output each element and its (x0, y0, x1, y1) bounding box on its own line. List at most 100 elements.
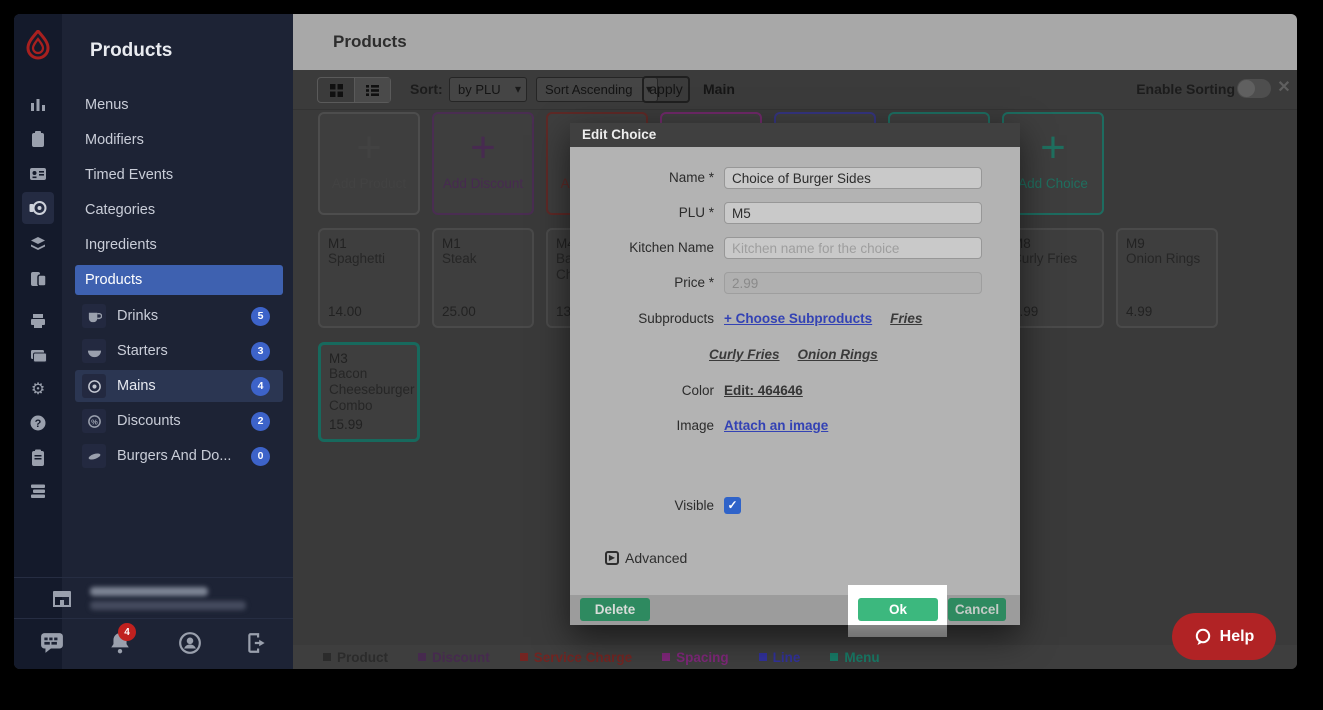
sidebar-subitem-label: Starters (117, 343, 168, 359)
sidebar-subitem-discounts[interactable]: % Discounts 2 (75, 405, 283, 437)
color-edit-link[interactable]: Edit: 464646 (724, 380, 803, 402)
apply-button[interactable]: apply (642, 76, 690, 103)
menu-management-icon[interactable] (22, 192, 54, 224)
cancel-button[interactable]: Cancel (948, 598, 1006, 621)
visible-checkbox[interactable] (724, 497, 741, 514)
product-plu: M9 (1126, 236, 1208, 251)
svg-text:?: ? (35, 418, 42, 430)
rows-icon[interactable] (29, 482, 47, 500)
legend-label: Service Charge (534, 650, 632, 665)
product-name: Curly Fries (1012, 251, 1094, 267)
logout-icon[interactable] (245, 631, 269, 655)
sidebar-item-ingredients[interactable]: Ingredients (75, 230, 283, 260)
screenshot-frame: ⚙ ? Products Menus Modifiers Timed Event… (0, 0, 1323, 710)
visible-row: Visible (570, 495, 1020, 517)
add-tile-label: Add Product (328, 176, 410, 191)
price-label: Price * (578, 272, 714, 294)
sidebar-subitem-drinks[interactable]: Drinks 5 (75, 300, 283, 332)
product-plu: M8 (1012, 236, 1094, 251)
notification-bell-icon[interactable]: 4 (108, 631, 132, 655)
count-badge: 2 (251, 412, 270, 431)
advanced-expand-icon (605, 551, 619, 565)
product-plu: M1 (328, 236, 410, 251)
attach-image-link[interactable]: Attach an image (724, 415, 828, 437)
subproduct-link-curly-fries[interactable]: Curly Fries (709, 344, 780, 366)
image-row: Image Attach an image (570, 415, 1020, 437)
sort-by-select[interactable]: by PLU (449, 77, 527, 102)
clipboard-icon[interactable] (29, 130, 47, 148)
contact-card-icon[interactable] (29, 165, 47, 183)
sidebar-item-menus[interactable]: Menus (75, 90, 283, 120)
sidebar-subitem-burgers[interactable]: Burgers And Do... 0 (75, 440, 283, 472)
subproduct-link-onion-rings[interactable]: Onion Rings (798, 344, 878, 366)
visible-label: Visible (578, 495, 714, 517)
chat-bubble-icon[interactable] (40, 631, 64, 655)
sidebar-subitem-mains[interactable]: Mains 4 (75, 370, 283, 402)
legend-swatch (323, 653, 331, 661)
list-view-icon[interactable] (354, 78, 390, 102)
close-icon[interactable] (1275, 79, 1293, 97)
enable-sorting-toggle[interactable] (1237, 79, 1271, 98)
sidebar-item-products[interactable]: Products (75, 265, 283, 295)
sort-by-value: by PLU (458, 82, 501, 97)
advanced-toggle[interactable]: Advanced (605, 550, 687, 566)
add-discount-tile[interactable]: +Add Discount (432, 112, 534, 215)
ok-button[interactable]: Ok (858, 598, 938, 621)
printer-icon[interactable] (29, 312, 47, 330)
add-product-tile[interactable]: +Add Product (318, 112, 420, 215)
settings-gear-icon[interactable]: ⚙ (29, 380, 47, 398)
kitchen-name-row: Kitchen Name (570, 237, 1020, 259)
legend-item-menu: Menu (830, 650, 879, 665)
layers-icon[interactable] (29, 235, 47, 253)
name-field[interactable] (724, 167, 982, 189)
payment-cards-icon[interactable] (29, 347, 47, 365)
sort-order-select[interactable]: Sort Ascending (536, 77, 658, 102)
sidebar-item-modifiers[interactable]: Modifiers (75, 125, 283, 155)
tab-main[interactable]: Main (703, 81, 735, 97)
bowl-icon (82, 339, 106, 363)
legend-item-discount: Discount (418, 650, 490, 665)
product-price: 14.00 (328, 304, 362, 319)
product-name: Bacon Cheeseburger Combo (329, 366, 409, 414)
kitchen-name-field[interactable] (724, 237, 982, 259)
delete-button[interactable]: Delete (580, 598, 650, 621)
subproducts-row: Subproducts + Choose Subproducts Fries (570, 308, 1020, 330)
subproduct-link-fries[interactable]: Fries (890, 308, 922, 330)
price-row: Price * (570, 272, 1020, 294)
help-button[interactable]: Help (1172, 613, 1276, 660)
account-person-icon[interactable] (178, 631, 202, 655)
sidebar-item-categories[interactable]: Categories (75, 195, 283, 225)
sidebar-item-label: Modifiers (85, 132, 144, 148)
devices-icon[interactable] (29, 270, 47, 288)
legend-label: Discount (432, 650, 490, 665)
sidebar-subitem-starters[interactable]: Starters 3 (75, 335, 283, 367)
svg-text:⚙: ⚙ (31, 381, 45, 398)
svg-text:%: % (91, 417, 98, 426)
product-price: 4.99 (1126, 304, 1152, 319)
product-plu: M1 (442, 236, 524, 251)
product-tile-spaghetti[interactable]: M1 Spaghetti 14.00 (318, 228, 420, 328)
product-tile-onion-rings[interactable]: M9 Onion Rings 4.99 (1116, 228, 1218, 328)
legend-swatch (662, 653, 670, 661)
tasks-icon[interactable] (29, 449, 47, 467)
sidebar-item-timed-events[interactable]: Timed Events (75, 160, 283, 190)
legend-bar: Product Discount Service Charge Spacing … (293, 645, 1297, 669)
product-plu: M3 (329, 351, 409, 366)
product-tile-bacon-cheeseburger-combo[interactable]: M3 Bacon Cheeseburger Combo 15.99 (318, 342, 420, 442)
grid-view-icon[interactable] (318, 78, 354, 102)
help-circle-icon[interactable]: ? (29, 414, 47, 432)
product-tile-steak[interactable]: M1 Steak 25.00 (432, 228, 534, 328)
storefront-icon (50, 587, 74, 611)
sidebar-item-label: Timed Events (85, 167, 173, 183)
legend-item-spacing: Spacing (662, 650, 729, 665)
nav-rail: ⚙ ? (14, 14, 62, 669)
bar-chart-icon[interactable] (29, 95, 47, 113)
choose-subproducts-link[interactable]: + Choose Subproducts (724, 308, 872, 330)
account-section[interactable] (14, 577, 293, 619)
name-row: Name * (570, 167, 1020, 189)
color-label: Color (578, 380, 714, 402)
modal-title: Edit Choice (570, 123, 1020, 147)
plu-field[interactable] (724, 202, 982, 224)
add-tile-label: Add Discount (439, 176, 527, 191)
legend-item-product: Product (323, 650, 388, 665)
